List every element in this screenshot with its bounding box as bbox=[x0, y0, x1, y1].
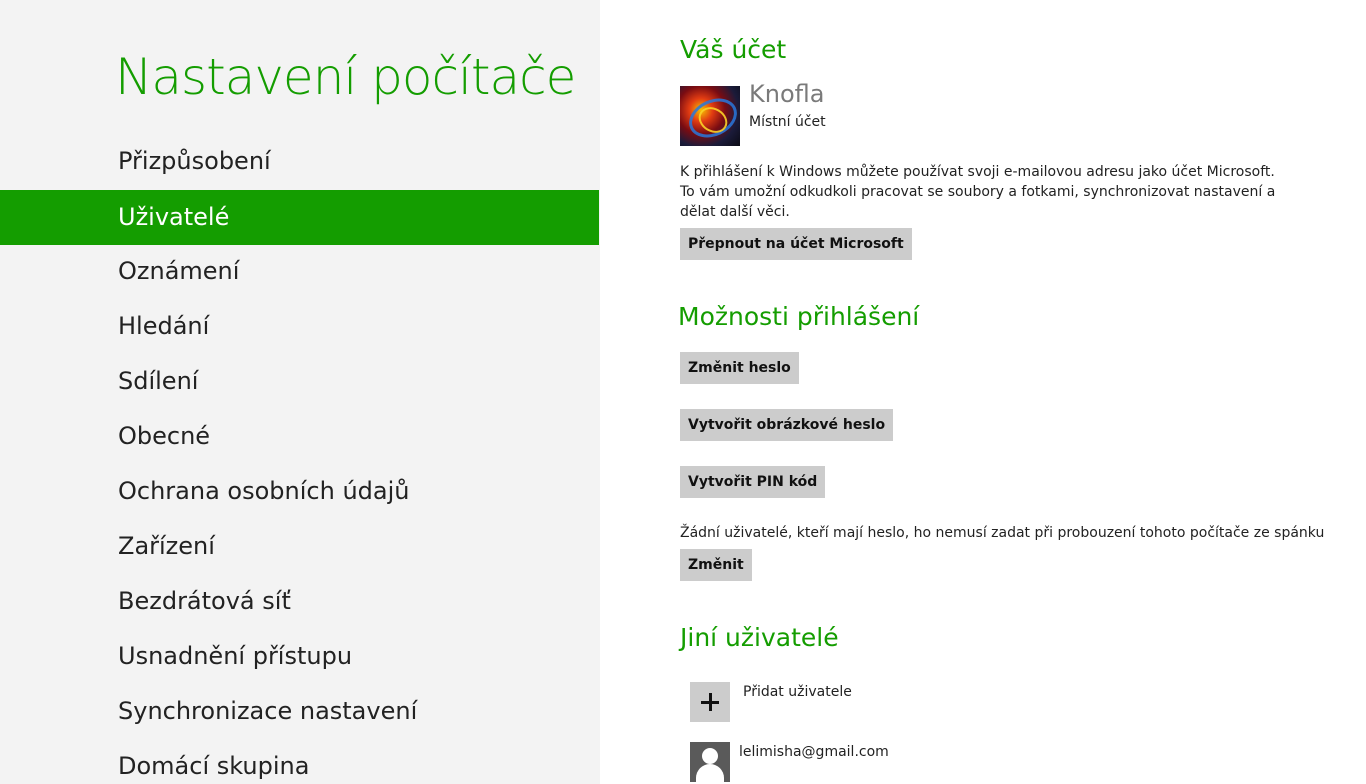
switch-to-microsoft-account-button[interactable]: Přepnout na účet Microsoft bbox=[680, 228, 912, 260]
nav-item-label: Přizpůsobení bbox=[118, 147, 271, 175]
nav-item-label: Usnadnění přístupu bbox=[118, 642, 353, 670]
nav-item-label: Bezdrátová síť bbox=[118, 587, 291, 615]
nav-item-sync-settings[interactable]: Synchronizace nastavení bbox=[0, 684, 599, 739]
nav-item-label: Ochrana osobních údajů bbox=[118, 477, 410, 505]
nav-item-share[interactable]: Sdílení bbox=[0, 354, 599, 409]
nav-item-ease-of-access[interactable]: Usnadnění přístupu bbox=[0, 629, 599, 684]
nav-item-label: Sdílení bbox=[118, 367, 199, 395]
other-users-heading: Jiní uživatelé bbox=[680, 623, 839, 652]
nav-item-label: Uživatelé bbox=[118, 203, 230, 231]
nav-item-search[interactable]: Hledání bbox=[0, 299, 599, 354]
settings-nav-pane: Nastavení počítače Přizpůsobení Uživatel… bbox=[0, 0, 600, 784]
avatar bbox=[680, 86, 740, 146]
nav-item-label: Synchronizace nastavení bbox=[118, 697, 418, 725]
create-picture-password-button[interactable]: Vytvořit obrázkové heslo bbox=[680, 409, 894, 441]
nav-item-label: Hledání bbox=[118, 312, 210, 340]
nav-item-homegroup[interactable]: Domácí skupina bbox=[0, 739, 599, 784]
nav-item-notifications[interactable]: Oznámení bbox=[0, 244, 599, 299]
account-user-name: Knofla bbox=[749, 80, 825, 108]
nav-item-devices[interactable]: Zařízení bbox=[0, 519, 599, 574]
nav-item-personalize[interactable]: Přizpůsobení bbox=[0, 134, 599, 189]
add-user-label[interactable]: Přidat uživatele bbox=[743, 684, 852, 700]
user-icon[interactable] bbox=[690, 742, 730, 782]
nav-item-users[interactable]: Uživatelé bbox=[0, 190, 599, 245]
page-title: Nastavení počítače bbox=[115, 48, 576, 106]
signin-options-heading: Možnosti přihlášení bbox=[678, 302, 920, 331]
plus-icon[interactable] bbox=[690, 682, 730, 722]
nav-item-wireless[interactable]: Bezdrátová síť bbox=[0, 574, 599, 629]
account-type-label: Místní účet bbox=[749, 114, 826, 130]
other-user-email[interactable]: lelimisha@gmail.com bbox=[739, 744, 889, 760]
pc-settings-window: Nastavení počítače Přizpůsobení Uživatel… bbox=[0, 0, 1366, 784]
settings-content-pane: Váš účet Knofla Místní účet K přihlášení… bbox=[600, 0, 1366, 784]
nav-item-label: Oznámení bbox=[118, 257, 240, 285]
nav-item-label: Zařízení bbox=[118, 532, 215, 560]
change-wake-setting-button[interactable]: Změnit bbox=[680, 549, 752, 581]
wake-password-status: Žádní uživatelé, kteří mají heslo, ho ne… bbox=[680, 525, 1325, 541]
create-pin-button[interactable]: Vytvořit PIN kód bbox=[680, 466, 826, 498]
nav-item-general[interactable]: Obecné bbox=[0, 409, 599, 464]
nav-item-label: Obecné bbox=[118, 422, 211, 450]
account-heading: Váš účet bbox=[680, 35, 787, 64]
nav-item-label: Domácí skupina bbox=[118, 752, 310, 780]
change-password-button[interactable]: Změnit heslo bbox=[680, 352, 799, 384]
account-description: K přihlášení k Windows můžete používat s… bbox=[680, 164, 1276, 220]
nav-item-privacy[interactable]: Ochrana osobních údajů bbox=[0, 464, 599, 519]
